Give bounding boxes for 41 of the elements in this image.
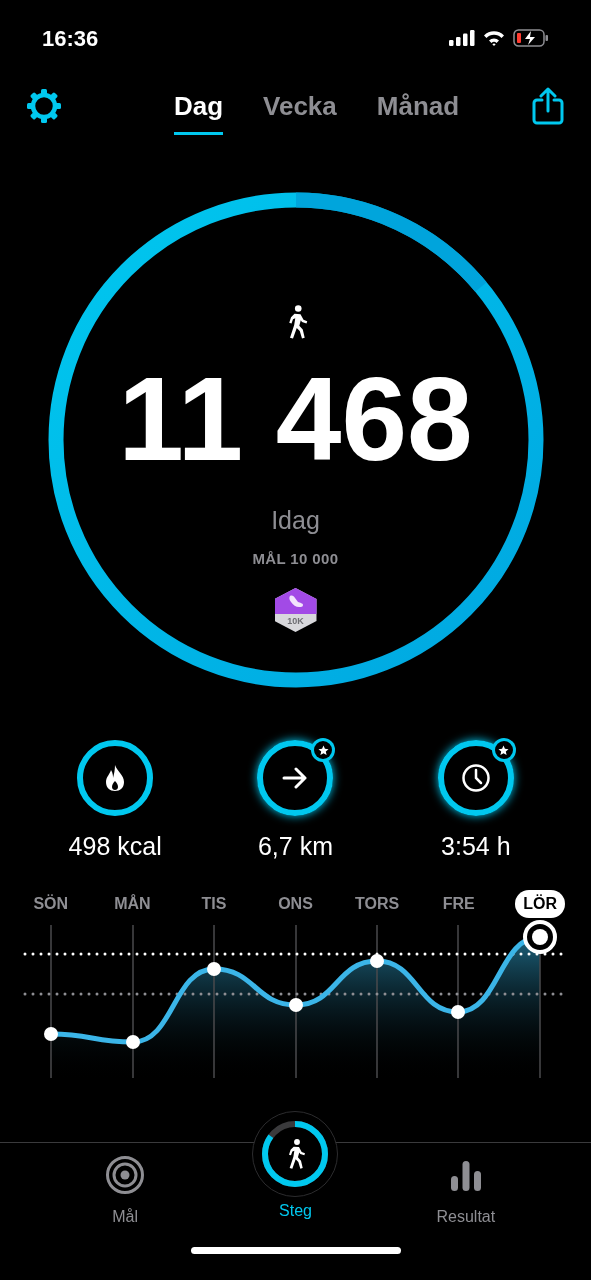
status-time: 16:36 [42,24,99,53]
share-icon[interactable] [531,87,565,125]
stat-value: 3:54 h [441,831,511,862]
data-point[interactable] [451,1004,465,1019]
day-label[interactable]: MÅN [106,889,159,918]
clock-icon [460,763,491,793]
data-point[interactable] [207,961,221,976]
flame-icon [104,764,127,792]
nav-tab[interactable]: Resultat [380,1152,551,1229]
day-label[interactable]: SÖN [25,889,77,918]
wifi-icon [483,30,505,46]
bar-chart-icon [449,1158,482,1191]
day-label[interactable]: TIS [193,889,235,918]
data-point[interactable] [289,997,303,1012]
target-icon [105,1154,146,1195]
shoe-icon [287,594,304,608]
data-point[interactable] [370,953,384,968]
period-tab[interactable]: Dag [173,77,223,135]
day-label[interactable]: ONS [270,889,321,918]
goal-label: MÅL 10 000 [252,548,339,569]
day-label[interactable]: LÖR [515,889,566,918]
period-tab[interactable]: Vecka [263,77,337,135]
battery-icon [513,29,549,47]
selected-data-point[interactable] [523,919,557,954]
period-tab[interactable]: Månad [376,77,460,135]
data-point[interactable] [44,1026,58,1041]
nav-tab[interactable]: Steg [210,1110,381,1229]
day-label[interactable]: TORS [347,889,408,918]
step-count: 11 468 [118,360,473,478]
stat-value: 6,7 km [257,831,333,862]
signal-icon [449,30,475,46]
star-icon [318,744,329,756]
period-label: Idag [271,505,320,536]
arrow-right-icon [282,767,309,789]
badge-label: 10K [287,615,304,628]
settings-icon[interactable] [26,88,62,124]
data-point[interactable] [126,1034,140,1049]
stat-value: 498 kcal [68,831,162,862]
day-label[interactable]: FRE [434,889,483,918]
star-icon [498,744,510,756]
nav-tab[interactable]: Mål [40,1152,211,1229]
